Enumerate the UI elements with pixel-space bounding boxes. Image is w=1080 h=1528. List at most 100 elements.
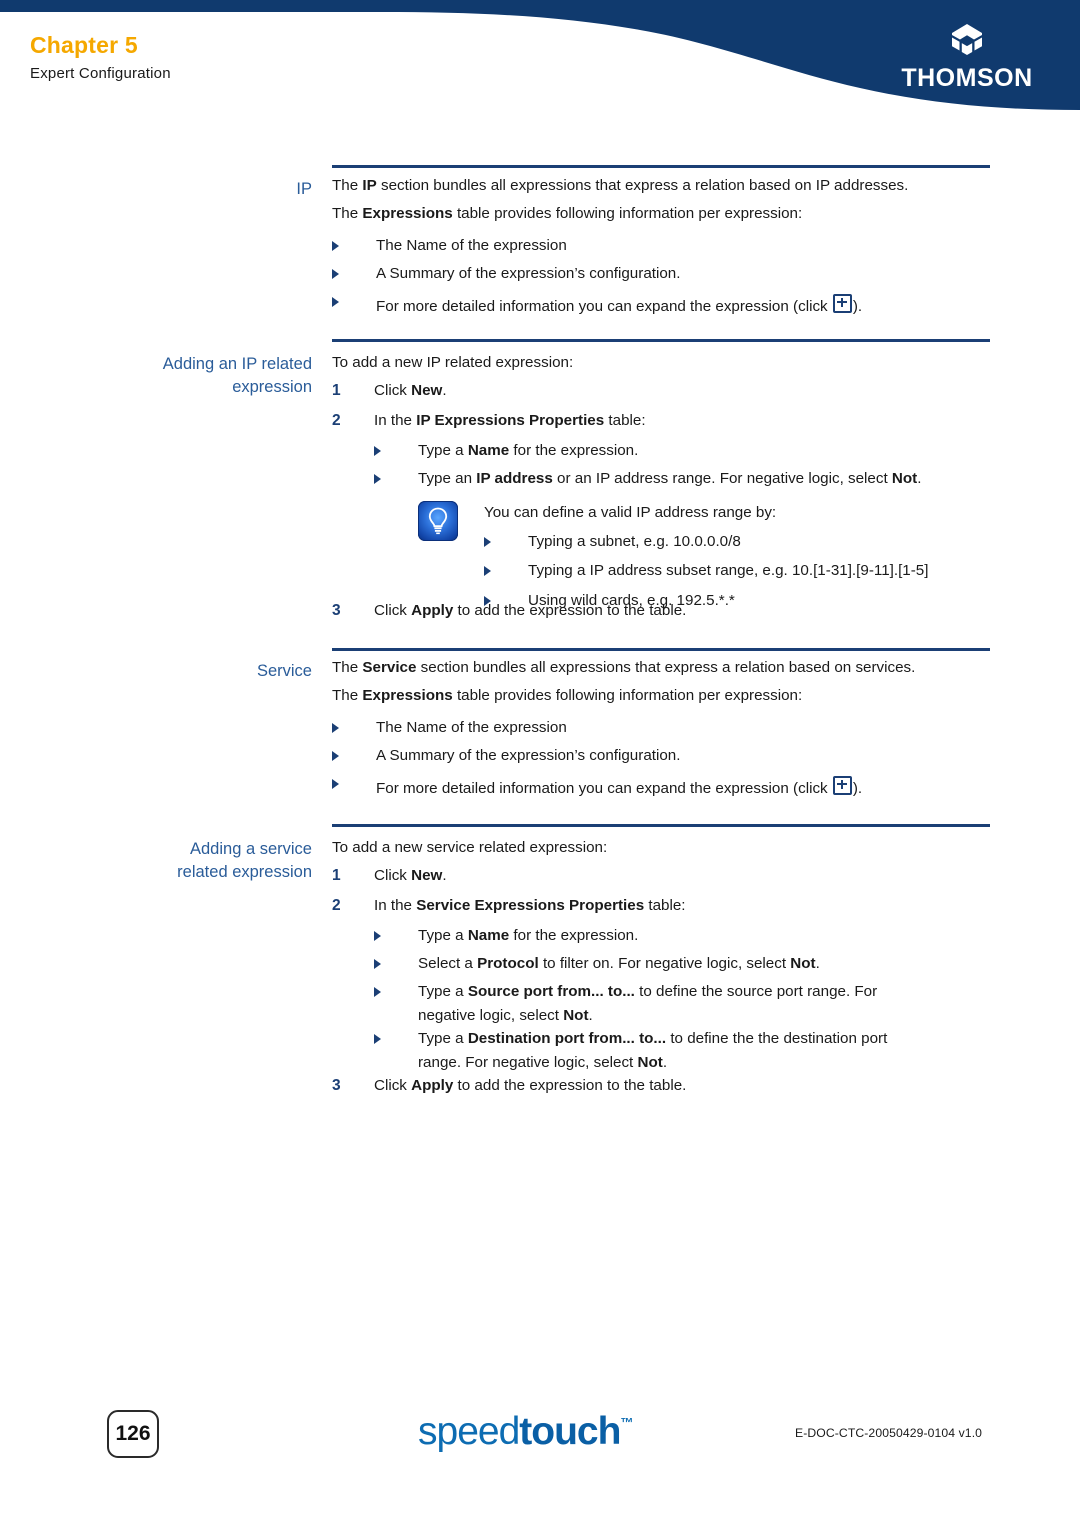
text-bold: Not [891, 470, 918, 487]
paragraph: The IP section bundles all expressions t… [332, 178, 908, 193]
side-heading-line: Adding a service [190, 840, 312, 858]
text-fragment: To add a new IP related expression: [332, 354, 574, 371]
thomson-logo: THOMSON [882, 22, 1052, 93]
paragraph: To add a new IP related expression: [332, 355, 573, 370]
section-adding-ip-expression: Adding an IP related expression To add a… [0, 325, 1080, 632]
step-number: 2 [332, 412, 341, 429]
text-fragment: table provides following information per… [452, 687, 803, 704]
text-fragment: ). [852, 780, 863, 797]
list-item-label: Select a Protocol to filter on. For nega… [418, 956, 820, 971]
paragraph: To add a new service related expression: [332, 840, 607, 855]
bullet-arrow-icon [374, 446, 381, 456]
text-fragment: The [332, 205, 363, 222]
text-bold: Not [637, 1054, 663, 1072]
text-bold: Name [467, 927, 510, 944]
bullet-arrow-icon [374, 474, 381, 484]
lightbulb-glyph-icon [428, 507, 448, 535]
step-number: 2 [332, 897, 341, 914]
step-label: In the IP Expressions Properties table: [374, 413, 646, 428]
list-item: Type an IP address or an IP address rang… [374, 471, 921, 486]
text-bold: Expressions [362, 205, 453, 222]
text-fragment: table: [604, 412, 646, 429]
text-fragment: The [332, 659, 363, 676]
text-fragment: section bundles all expressions that exp… [376, 177, 909, 194]
section-service: Service The Service section bundles all … [0, 632, 1080, 810]
text-bold: IP [362, 177, 377, 194]
list-item: The Name of the expression [332, 720, 567, 735]
numbered-step: 1 Click New. [332, 383, 447, 398]
plus-icon[interactable] [832, 294, 852, 313]
text-fragment: to filter on. For negative logic, select [538, 955, 791, 972]
list-item: Typing a IP address subset range, e.g. 1… [484, 563, 1018, 579]
numbered-step: 2 In the IP Expressions Properties table… [332, 413, 646, 428]
text-bold: Destination port from... to... [467, 1030, 667, 1047]
side-heading-line: Adding an IP related [162, 355, 312, 373]
step-label: Click Apply to add the expression to the… [374, 603, 686, 618]
step-number: 3 [332, 1077, 341, 1094]
text-bold: Expressions [362, 687, 453, 704]
text-bold: Protocol [477, 955, 539, 972]
step-label: Click New. [374, 868, 447, 883]
text-fragment: Click [374, 867, 412, 884]
text-fragment: for the expression. [509, 442, 639, 459]
text-fragment: to add the expression to the table. [453, 1077, 687, 1094]
thomson-hexagon-logo-icon [952, 24, 982, 55]
text-fragment: to add the expression to the table. [453, 602, 687, 619]
text-fragment: Type a [418, 927, 468, 944]
plus-icon[interactable] [832, 776, 852, 795]
numbered-step: 3 Click Apply to add the expression to t… [332, 1078, 686, 1093]
bullet-arrow-icon [484, 566, 491, 577]
text-fragment: ). [852, 298, 863, 315]
paragraph: The Service section bundles all expressi… [332, 660, 915, 675]
list-item: The Name of the expression [332, 238, 567, 253]
text-fragment: Select a [418, 955, 478, 972]
step-number: 1 [332, 867, 341, 884]
text-fragment: For more detailed information you can ex… [376, 780, 832, 797]
side-heading-line: related expression [177, 863, 312, 882]
bullet-arrow-icon [374, 931, 381, 941]
list-item: Typing a subnet, e.g. 10.0.0.0/8 [484, 534, 1018, 549]
text-bold: New [411, 867, 443, 884]
bullet-arrow-icon [332, 779, 339, 789]
list-item: A Summary of the expression’s configurat… [332, 748, 680, 763]
text-fragment: . [588, 1007, 593, 1025]
text-fragment: to define the the destination port [666, 1030, 888, 1047]
bullet-arrow-icon [374, 987, 381, 997]
text-fragment: Click [374, 1077, 412, 1094]
text-fragment: The [332, 687, 363, 704]
numbered-step: 1 Click New. [332, 868, 447, 883]
side-heading-ip: IP [296, 180, 312, 198]
text-fragment: to define the source port range. For [634, 983, 878, 1000]
trademark-symbol: ™ [620, 1415, 634, 1430]
text-fragment: Type a [418, 1030, 468, 1047]
chapter-title: Chapter 5 [30, 32, 138, 58]
text-bold: IP address [476, 470, 553, 487]
list-item-label: The Name of the expression [376, 237, 567, 254]
text-fragment: . [442, 867, 447, 884]
list-item: Type a Destination port from... to... to… [374, 1031, 887, 1070]
text-fragment: To add a new service related expression: [332, 839, 608, 856]
bullet-arrow-icon [374, 959, 381, 969]
text-fragment: for the expression. [509, 927, 639, 944]
list-item-label: Type a Destination port from... to... to… [418, 1031, 887, 1046]
text-fragment: Click [374, 602, 412, 619]
list-item-label: Type a Name for the expression. [418, 928, 638, 943]
text-fragment: . [917, 470, 922, 487]
text-bold: Service [362, 659, 417, 676]
list-item-label-continuation: range. For negative logic, select Not. [418, 1055, 887, 1070]
document-code: E-DOC-CTC-20050429-0104 v1.0 [795, 1426, 983, 1440]
list-item: Type a Name for the expression. [374, 443, 638, 458]
step-label: Click Apply to add the expression to the… [374, 1078, 686, 1093]
list-item: Type a Source port from... to... to defi… [374, 984, 877, 1023]
text-fragment: table provides following information per… [452, 205, 803, 222]
section-divider-rule [332, 165, 990, 168]
text-fragment: . [662, 1054, 668, 1072]
speedtouch-logo: speedtouch™ [418, 1410, 633, 1454]
list-item-label: A Summary of the expression’s configurat… [376, 747, 681, 764]
text-fragment: Type a [418, 983, 468, 1000]
text-fragment: . [815, 955, 820, 972]
bullet-arrow-icon [332, 723, 339, 733]
text-fragment: table: [644, 897, 686, 914]
text-fragment: range. For negative logic, select [418, 1054, 638, 1072]
page-header: Chapter 5 Expert Configuration THOMSON [0, 0, 1080, 110]
